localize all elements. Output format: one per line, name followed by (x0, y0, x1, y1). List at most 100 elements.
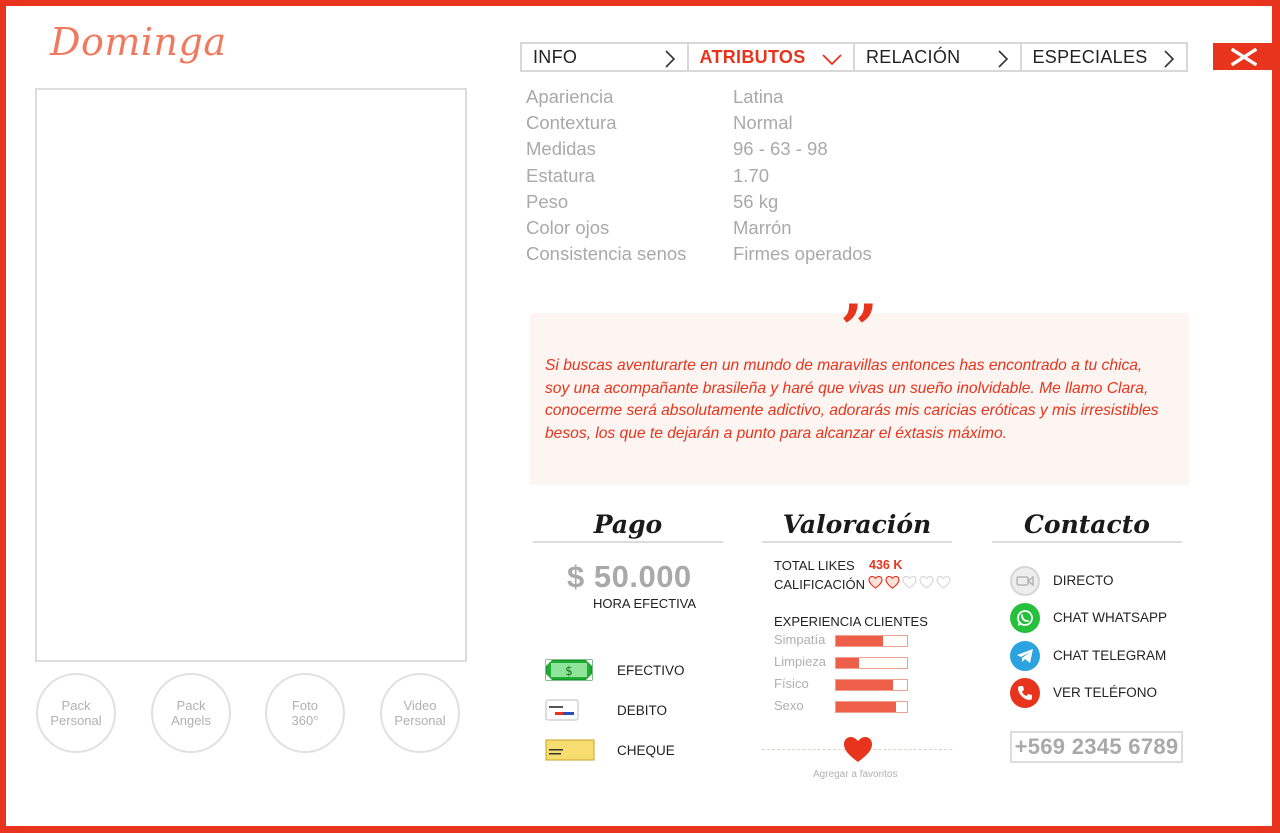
quote-mark-icon: ” (840, 290, 878, 368)
heart-empty-icon (936, 576, 951, 589)
pack-label: Angels (171, 713, 211, 728)
contact-label: VER TELÉFONO (1053, 685, 1158, 700)
attribute-value: Latina (733, 86, 784, 107)
close-icon (1231, 47, 1257, 66)
heart-empty-icon (902, 576, 917, 589)
tab-atributos[interactable]: ATRIBUTOS (689, 44, 855, 70)
cheque-icon (545, 739, 595, 761)
attribute-key: Estatura (526, 164, 595, 186)
pack-label: Personal (394, 713, 446, 728)
foto-360-button[interactable]: Foto 360° (265, 673, 345, 753)
pack-label: 360° (291, 713, 319, 728)
pack-label: Foto (291, 698, 318, 713)
experience-item-label: Sexo (774, 698, 804, 713)
payment-method-debit: DEBITO (545, 699, 745, 723)
tab-label: ATRIBUTOS (699, 46, 806, 67)
attribute-key: Consistencia senos (526, 243, 687, 265)
video-personal-button[interactable]: Video Personal (380, 673, 460, 753)
whatsapp-icon (1010, 603, 1040, 633)
pack-personal-button[interactable]: Pack Personal (36, 673, 116, 753)
pack-buttons: Pack Personal Pack Angels Foto 360° Vide… (36, 673, 466, 753)
tab-info[interactable]: INFO (522, 44, 689, 70)
payment-label: EFECTIVO (617, 663, 685, 678)
experience-label: EXPERIENCIA CLIENTES (774, 614, 928, 629)
experience-bar-fill (836, 658, 859, 668)
payment-method-cash: $ EFECTIVO (545, 659, 745, 683)
pack-angels-button[interactable]: Pack Angels (151, 673, 231, 753)
divider (992, 541, 1182, 543)
experience-bar-fill (836, 680, 893, 690)
tab-label: ESPECIALES (1032, 46, 1148, 67)
attribute-value: 1.70 (733, 164, 770, 186)
pack-label: Pack (176, 698, 206, 713)
experience-bar (835, 679, 908, 691)
experience-row: Sexo (774, 698, 914, 714)
divider (533, 541, 723, 543)
experience-item-label: Limpieza (774, 654, 827, 669)
chevron-down-icon (822, 54, 842, 66)
contact-label: DIRECTO (1053, 573, 1114, 588)
rating-label: CALIFICACIÓN (774, 577, 866, 592)
add-favorites-link[interactable]: Agregar a favoritos (813, 769, 898, 780)
experience-bar-fill (836, 702, 897, 712)
tab-label: INFO (533, 46, 578, 67)
experience-item-label: Simpatía (774, 632, 826, 647)
contacto-title: Contacto (1024, 510, 1150, 539)
contact-whatsapp[interactable]: CHAT WHATSAPP (1010, 603, 1190, 633)
attribute-key: Contextura (526, 112, 617, 134)
likes-label: TOTAL LIKES (774, 558, 855, 573)
cash-icon: $ (545, 659, 593, 681)
tab-relacion[interactable]: RELACIÓN (855, 44, 1022, 70)
experience-row: Simpatía (774, 632, 914, 648)
attribute-value: Normal (733, 112, 793, 134)
contact-label: CHAT WHATSAPP (1053, 610, 1168, 625)
heart-empty-icon (919, 576, 934, 589)
pack-label: Video (403, 698, 437, 713)
brand-logo: Dominga (50, 20, 227, 64)
favorite-heart-icon[interactable] (843, 736, 873, 764)
description-quote: Si buscas aventurarte en un mundo de mar… (545, 357, 1159, 442)
pack-label: Pack (61, 698, 91, 713)
contact-label: CHAT TELEGRAM (1053, 648, 1167, 663)
debit-card-icon (545, 699, 579, 721)
heart-filled-icon (885, 576, 900, 589)
payment-label: CHEQUE (617, 743, 675, 758)
valoracion-title: Valoración (782, 510, 932, 539)
experience-bar (835, 635, 908, 647)
likes-value: 436 K (869, 558, 903, 572)
experience-row: Limpieza (774, 654, 914, 670)
attribute-key: Peso (526, 190, 569, 212)
profile-photo (35, 88, 467, 662)
attribute-value: Firmes operados (733, 243, 872, 265)
phone-icon (1010, 678, 1040, 708)
chevron-right-icon (997, 50, 1008, 68)
tab-especiales[interactable]: ESPECIALES (1022, 44, 1187, 70)
svg-text:$: $ (565, 664, 573, 678)
chevron-right-icon (1164, 50, 1175, 68)
attribute-value: Marrón (733, 216, 792, 238)
experience-bar (835, 657, 908, 669)
price-value: $ 50.000 (567, 559, 692, 594)
experience-row: Físico (774, 676, 914, 692)
contact-directo[interactable]: DIRECTO (1010, 566, 1190, 596)
payment-label: DEBITO (617, 703, 668, 718)
telegram-icon (1010, 641, 1040, 671)
chevron-right-icon (664, 50, 675, 68)
heart-filled-icon (868, 576, 883, 589)
experience-bar-fill (836, 636, 883, 646)
payment-method-cheque: CHEQUE (545, 739, 745, 763)
phone-number[interactable]: +569 2345 6789 (1010, 731, 1183, 763)
price-unit: HORA EFECTIVA (593, 596, 697, 611)
attribute-key: Color ojos (526, 216, 610, 238)
rating-hearts (868, 576, 951, 589)
tab-label: RELACIÓN (866, 46, 961, 67)
attribute-key: Medidas (526, 138, 596, 160)
contact-telegram[interactable]: CHAT TELEGRAM (1010, 641, 1190, 671)
attribute-value: 96 - 63 - 98 (733, 138, 828, 160)
contact-ver-telefono[interactable]: VER TELÉFONO (1010, 678, 1190, 708)
experience-item-label: Físico (774, 676, 809, 691)
profile-tabs: INFO ATRIBUTOS RELACIÓN ESPECIALES (520, 42, 1188, 72)
attribute-value: 56 kg (733, 190, 779, 212)
video-camera-icon (1010, 566, 1040, 596)
close-button[interactable] (1213, 43, 1275, 70)
